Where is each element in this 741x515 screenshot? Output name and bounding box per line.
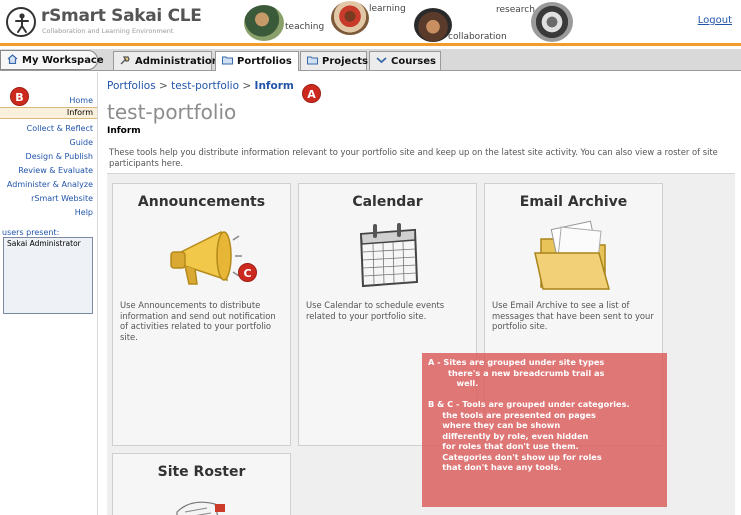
folder-icon <box>222 56 233 65</box>
annotation-line: where they can be shown <box>428 420 561 430</box>
breadcrumb: Portfolios > test-portfolio > Inform <box>107 80 294 92</box>
roster-icon <box>176 501 225 515</box>
tab-projects[interactable]: Projects <box>300 51 369 70</box>
tool-title: Announcements <box>137 194 266 210</box>
tool-menu: Home Inform Collect & Reflect Guide Desi… <box>0 72 98 515</box>
breadcrumb-current: Inform <box>254 80 294 92</box>
annotation-line: well. <box>428 378 479 388</box>
annotation-line: B & C - Tools are grouped under categori… <box>428 399 630 409</box>
section-title: Inform <box>107 126 141 136</box>
nav-item-guide[interactable]: Guide <box>70 138 94 147</box>
tool-title: Site Roster <box>157 464 246 480</box>
nav-item-help[interactable]: Help <box>75 208 93 217</box>
marker-b: B <box>10 87 29 106</box>
hero-word-teaching: teaching <box>285 22 325 32</box>
marker-c: C <box>238 263 257 282</box>
nav-item-rsmart-website[interactable]: rSmart Website <box>31 194 93 203</box>
nav-item-collect-reflect[interactable]: Collect & Reflect <box>27 124 93 133</box>
annotation-line <box>428 389 661 400</box>
tool-title: Calendar <box>352 194 423 210</box>
research-photo <box>531 2 573 42</box>
page-title: test-portfolio <box>107 100 237 124</box>
sakai-page: rSmart Sakai CLE Collaboration and Learn… <box>0 0 741 515</box>
tab-label: Portfolios <box>237 56 292 67</box>
tab-label: My Workspace <box>22 55 104 66</box>
annotation-line: A - Sites are grouped under site types <box>428 357 605 367</box>
nav-item-inform[interactable]: Inform <box>0 107 97 119</box>
tool-title: Email Archive <box>519 194 628 210</box>
tab-label: Projects <box>322 56 369 67</box>
annotation-note: A - Sites are grouped under site types t… <box>422 353 667 507</box>
megaphone-icon <box>170 230 242 285</box>
tab-label: Administration <box>135 56 219 67</box>
tab-label: Courses <box>391 56 436 67</box>
intro-text: These tools help you distribute informat… <box>109 147 718 168</box>
collaboration-photo <box>414 8 452 42</box>
users-present-label: users present: <box>2 228 60 237</box>
tab-courses[interactable]: Courses <box>369 51 441 70</box>
breadcrumb-separator: > <box>159 80 168 92</box>
logo-subtitle: Collaboration and Learning Environment <box>42 27 174 35</box>
hero-word-learning: learning <box>369 4 406 14</box>
folder-icon <box>307 56 318 65</box>
rsmart-logo-icon <box>6 7 36 37</box>
breadcrumb-separator: > <box>242 80 252 92</box>
nav-item-home[interactable]: Home <box>69 96 93 105</box>
nav-item-administer-analyze[interactable]: Administer & Analyze <box>7 180 93 189</box>
tab-administration[interactable]: Administration <box>113 51 219 70</box>
teaching-photo <box>244 5 284 41</box>
annotation-line: the tools are presented on pages <box>428 409 596 420</box>
annotation-line: Categories don't show up for roles <box>428 451 602 462</box>
tool-description: Use Calendar to schedule events related … <box>306 300 445 321</box>
site-header: rSmart Sakai CLE Collaboration and Learn… <box>0 0 741 46</box>
annotation-line: there's a new breadcrumb trail as <box>428 367 605 378</box>
chevron-icon <box>376 57 387 64</box>
breadcrumb-test-portfolio[interactable]: test-portfolio <box>171 80 239 92</box>
marker-a: A <box>302 84 321 103</box>
user-name: Sakai Administrator <box>7 239 81 248</box>
tool-card-site-roster[interactable]: Site Roster <box>112 453 291 515</box>
tab-my-workspace[interactable]: My Workspace <box>0 50 104 70</box>
hero-word-research: research <box>496 5 535 15</box>
calendar-icon <box>359 223 419 288</box>
annotation-line: that don't have any tools. <box>428 462 562 472</box>
breadcrumb-portfolios[interactable]: Portfolios <box>107 80 156 92</box>
admin-icon <box>120 56 130 65</box>
site-tab-bar: My Workspace Administration Portfolios P… <box>0 49 741 71</box>
logout-link[interactable]: Logout <box>698 15 732 26</box>
tab-portfolios[interactable]: Portfolios <box>215 51 299 71</box>
nav-item-design-publish[interactable]: Design & Publish <box>26 152 93 161</box>
nav-item-review-evaluate[interactable]: Review & Evaluate <box>18 166 93 175</box>
tool-description: Use Email Archive to see a list of messa… <box>492 300 654 331</box>
users-present-list[interactable]: Sakai Administrator <box>3 237 93 314</box>
folder-archive-icon <box>534 220 610 290</box>
learning-photo <box>331 1 369 35</box>
annotation-line: for roles that don't use them. <box>428 441 579 451</box>
tool-card-announcements[interactable]: Announcements Use Announcements to distr… <box>112 183 291 446</box>
tool-description: Use Announcements to distribute informat… <box>120 300 276 342</box>
logo-title: rSmart Sakai CLE <box>41 6 202 26</box>
home-icon <box>7 54 18 64</box>
annotation-line: differently by role, even hidden <box>428 430 589 441</box>
hero-word-collaboration: collaboration <box>448 32 507 42</box>
